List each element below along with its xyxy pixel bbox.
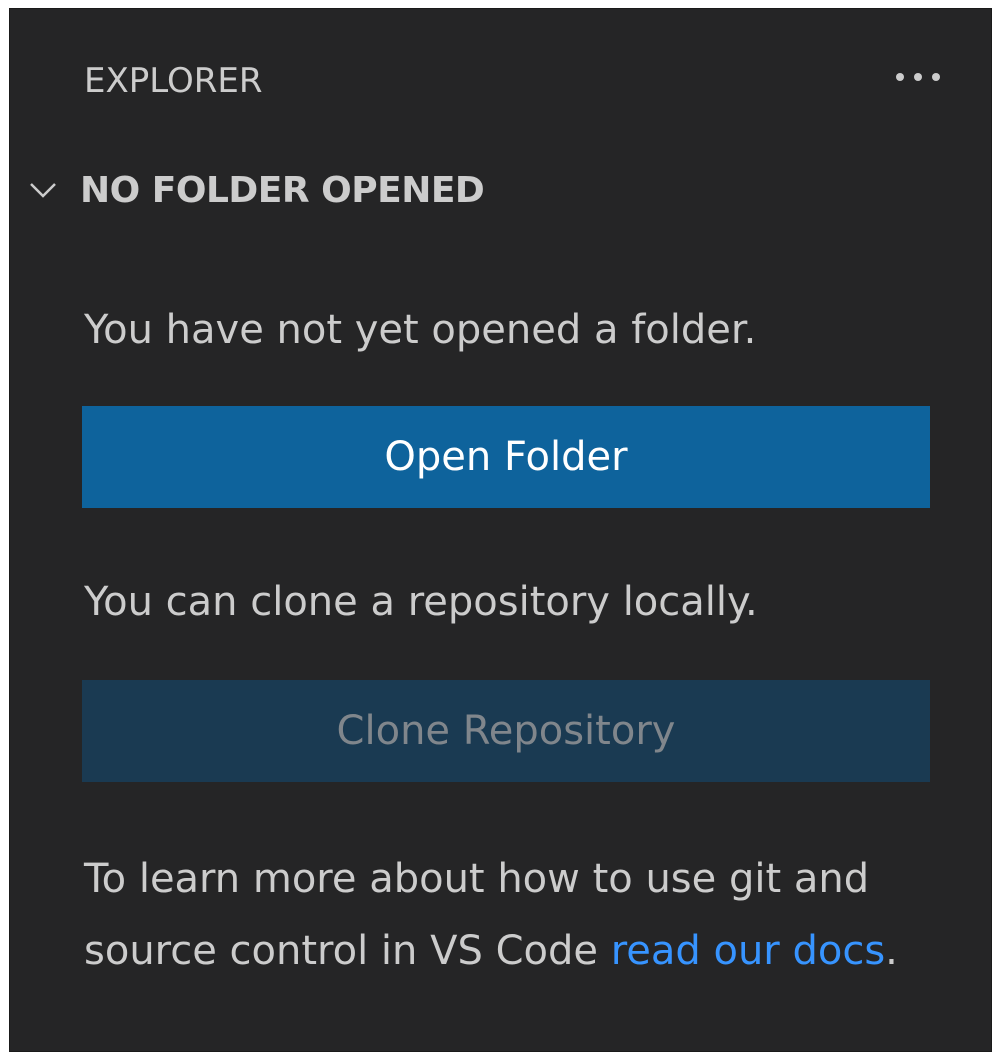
ellipsis-icon[interactable] bbox=[890, 57, 946, 93]
open-folder-button[interactable]: Open Folder bbox=[82, 406, 930, 508]
explorer-panel: EXPLORER NO FOLDER OPENED You have not y… bbox=[9, 8, 992, 1052]
section-header-no-folder[interactable]: NO FOLDER OPENED bbox=[26, 165, 485, 215]
explorer-title: EXPLORER bbox=[84, 61, 263, 101]
read-our-docs-link[interactable]: read our docs bbox=[611, 928, 885, 974]
chevron-down-icon bbox=[26, 173, 60, 207]
learn-more-suffix: . bbox=[885, 928, 898, 974]
clone-message: You can clone a repository locally. bbox=[84, 579, 758, 625]
clone-repository-button[interactable]: Clone Repository bbox=[82, 680, 930, 782]
no-folder-message: You have not yet opened a folder. bbox=[84, 307, 757, 353]
learn-more-text: To learn more about how to use git and s… bbox=[84, 843, 944, 987]
section-title: NO FOLDER OPENED bbox=[80, 169, 485, 211]
